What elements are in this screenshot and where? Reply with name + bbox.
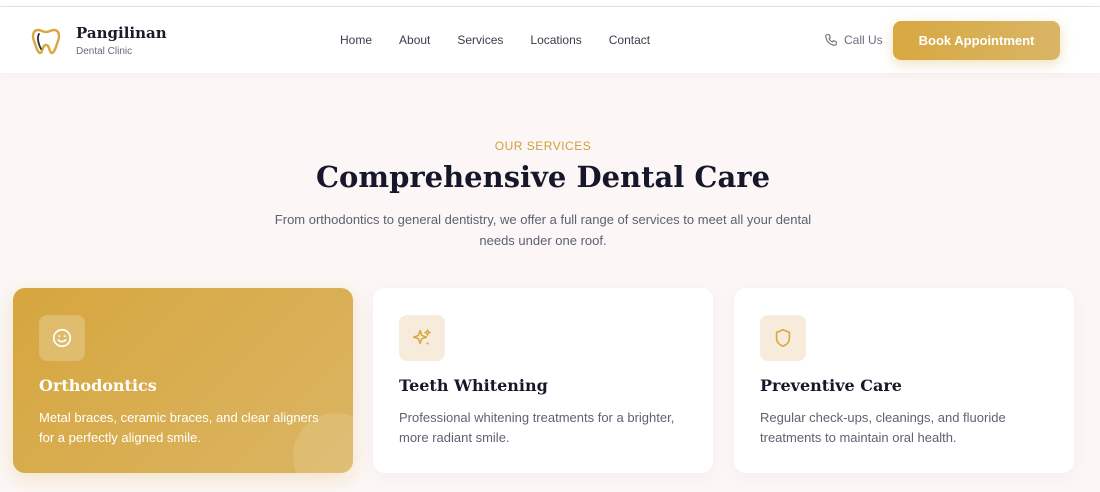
service-icon-box <box>39 315 85 361</box>
service-description: Metal braces, ceramic braces, and clear … <box>39 410 319 445</box>
nav-link-services[interactable]: Services <box>457 33 503 47</box>
nav-link-about[interactable]: About <box>399 33 430 47</box>
phone-icon <box>825 34 837 46</box>
brand-subtitle: Dental Clinic <box>76 46 133 57</box>
browser-top-edge <box>0 0 1100 7</box>
service-title: Preventive Care <box>760 376 902 395</box>
service-description: Regular check-ups, cleanings, and fluori… <box>760 410 1006 445</box>
shield-icon <box>775 328 791 348</box>
brand-name: Pangilinan <box>76 24 167 42</box>
service-card-preventive-care[interactable]: Preventive Care Regular check-ups, clean… <box>734 288 1074 473</box>
service-card-teeth-whitening[interactable]: Teeth Whitening Professional whitening t… <box>373 288 713 473</box>
nav-link-contact[interactable]: Contact <box>609 33 650 47</box>
section-eyebrow: OUR SERVICES <box>494 139 592 153</box>
service-icon-box <box>399 315 445 361</box>
service-icon-box <box>760 315 806 361</box>
call-us-label: Call Us <box>844 33 883 47</box>
service-description: Professional whitening treatments for a … <box>399 410 675 445</box>
site-header: Pangilinan Dental Clinic Home About Serv… <box>0 7 1100 73</box>
main-nav: Home About Services Locations Contact <box>340 33 677 47</box>
book-appointment-button[interactable]: Book Appointment <box>893 21 1060 60</box>
tooth-logo-icon <box>31 28 61 54</box>
nav-link-locations[interactable]: Locations <box>530 33 581 47</box>
section-description: From orthodontics to general dentistry, … <box>274 212 812 248</box>
brand[interactable]: Pangilinan Dental Clinic <box>30 24 167 57</box>
sparkles-icon <box>412 329 431 346</box>
nav-link-home[interactable]: Home <box>340 33 372 47</box>
service-title: Orthodontics <box>39 376 157 395</box>
section-title: Comprehensive Dental Care <box>315 160 771 194</box>
call-us-link[interactable]: Call Us <box>824 33 883 47</box>
service-title: Teeth Whitening <box>399 376 548 395</box>
smile-icon <box>52 328 72 348</box>
service-card-orthodontics[interactable]: Orthodontics Metal braces, ceramic brace… <box>13 288 353 473</box>
